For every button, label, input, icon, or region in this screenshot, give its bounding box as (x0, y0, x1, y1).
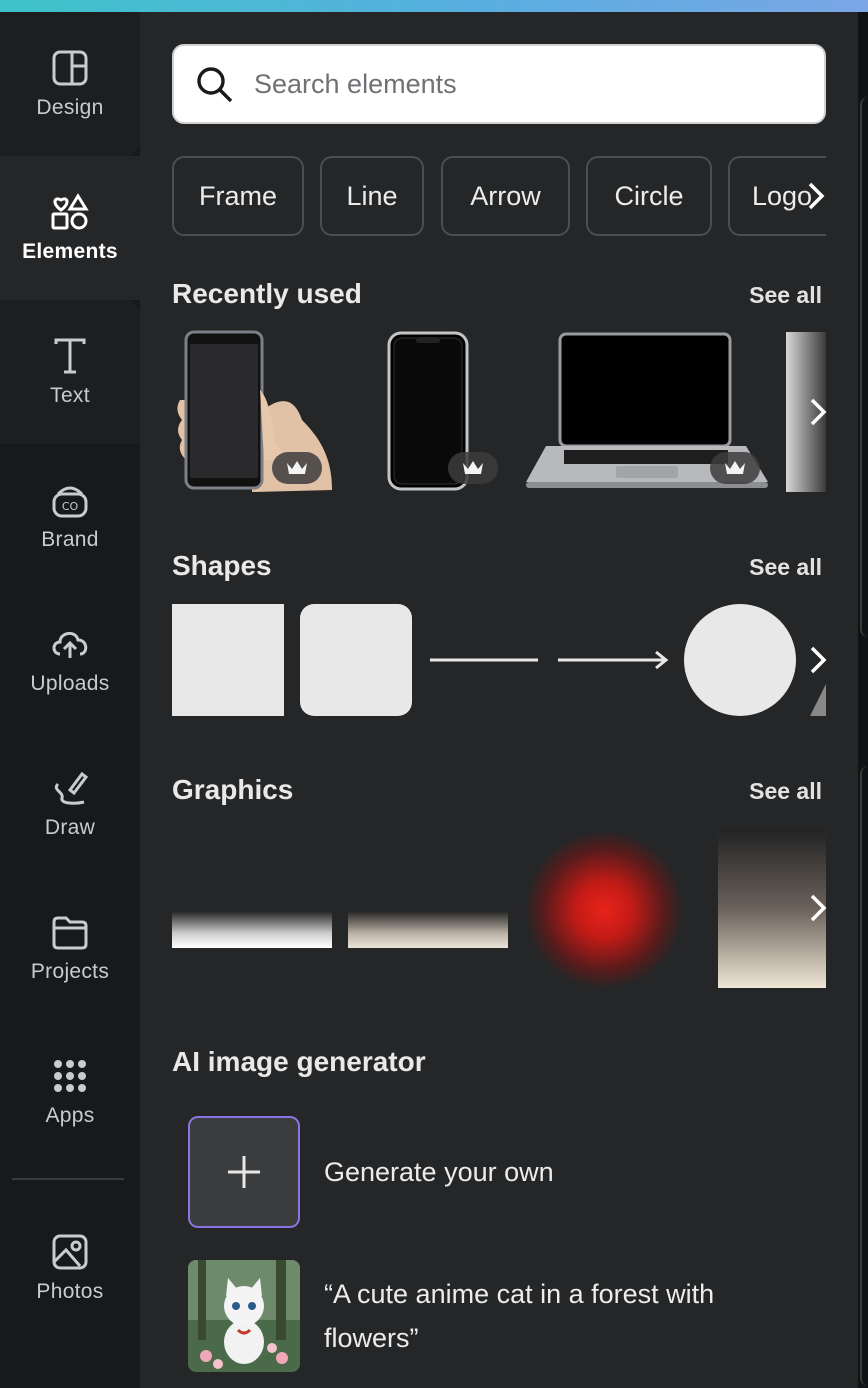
premium-badge (272, 452, 322, 484)
sidebar-item-label: Uploads (30, 672, 110, 695)
see-all-graphics[interactable]: See all (749, 778, 822, 805)
graphic-gradient-beige[interactable] (348, 912, 508, 948)
sidebar-divider (12, 1178, 124, 1180)
see-all-shapes[interactable]: See all (749, 554, 822, 581)
chip-line[interactable]: Line (320, 156, 424, 236)
sidebar-rail: Design Elements Text CO Brand Uploads Dr… (0, 12, 140, 1388)
sidebar-item-photos[interactable]: Photos (0, 1196, 140, 1340)
generate-label: Generate your own (324, 1157, 554, 1187)
chip-circle[interactable]: Circle (586, 156, 712, 236)
sidebar-item-label: Text (50, 384, 90, 407)
see-all-recent[interactable]: See all (749, 282, 822, 309)
sidebar-item-apps[interactable]: Apps (0, 1020, 140, 1164)
search-icon (197, 67, 233, 103)
section-title-recent: Recently used (172, 278, 362, 309)
premium-badge (710, 452, 760, 484)
square-shape[interactable] (172, 604, 284, 716)
top-accent-bar (0, 0, 868, 12)
sidebar-item-label: Projects (30, 960, 110, 983)
chevron-right-icon[interactable] (804, 888, 830, 928)
chevron-right-icon[interactable] (800, 176, 828, 216)
generate-your-own-row[interactable]: Generate your own (188, 1116, 554, 1228)
triangle-shape[interactable] (808, 684, 826, 716)
chevron-right-icon[interactable] (804, 392, 830, 432)
sidebar-item-uploads[interactable]: Uploads (0, 588, 140, 732)
premium-badge (448, 452, 498, 484)
projects-icon (52, 916, 88, 950)
crown-icon (725, 461, 745, 474)
text-icon (54, 338, 86, 374)
svg-text:CO: CO (62, 500, 79, 513)
search-input[interactable] (254, 68, 794, 100)
sidebar-item-elements[interactable]: Elements (0, 156, 140, 300)
sidebar-item-label: Brand (41, 528, 99, 551)
generate-button[interactable] (188, 1116, 300, 1228)
ai-prompt-text: “A cute anime cat in a forest with flowe… (324, 1272, 714, 1360)
apps-icon (54, 1060, 86, 1092)
chip-arrow[interactable]: Arrow (441, 156, 570, 236)
sidebar-item-text[interactable]: Text (0, 300, 140, 444)
circle-shape[interactable] (684, 604, 796, 716)
sidebar-item-projects[interactable]: Projects (0, 876, 140, 1020)
graphic-gradient-white[interactable] (172, 912, 332, 948)
chevron-right-icon[interactable] (804, 640, 830, 680)
section-title-ai: AI image generator (172, 1046, 426, 1077)
draw-icon (54, 771, 89, 805)
line-shape[interactable] (428, 648, 540, 672)
chip-frame[interactable]: Frame (172, 156, 304, 236)
sidebar-item-label: Apps (45, 1104, 95, 1127)
sidebar-item-label: Photos (36, 1280, 104, 1303)
graphic-red-glow[interactable] (526, 832, 682, 988)
plus-icon (228, 1156, 260, 1188)
brand-icon: CO (52, 486, 88, 518)
ai-prompt-line: flowers” (324, 1323, 419, 1353)
ai-prompt-example-row[interactable]: “A cute anime cat in a forest with flowe… (188, 1260, 714, 1372)
sidebar-item-label: Draw (44, 816, 96, 839)
canvas-edge (858, 12, 868, 1388)
filter-chips: Frame Line Arrow Circle Logo (172, 156, 826, 236)
sidebar-item-label: Elements (22, 240, 118, 263)
crown-icon (287, 461, 307, 474)
photos-icon (52, 1234, 88, 1270)
section-title-graphics: Graphics (172, 774, 294, 805)
rounded-square-shape[interactable] (300, 604, 412, 716)
arrow-shape[interactable] (556, 648, 670, 672)
sidebar-item-draw[interactable]: Draw (0, 732, 140, 876)
sidebar-item-design[interactable]: Design (0, 12, 140, 156)
sidebar-item-brand[interactable]: CO Brand (0, 444, 140, 588)
anime-cat-thumbnail[interactable] (188, 1260, 300, 1372)
section-title-shapes: Shapes (172, 550, 272, 581)
ai-prompt-line: “A cute anime cat in a forest with (324, 1279, 715, 1309)
crown-icon (463, 461, 483, 474)
search-box[interactable] (172, 44, 826, 124)
design-icon (52, 50, 88, 86)
sidebar-item-label: Design (36, 96, 104, 119)
elements-icon (51, 193, 89, 230)
uploads-icon (52, 632, 88, 658)
